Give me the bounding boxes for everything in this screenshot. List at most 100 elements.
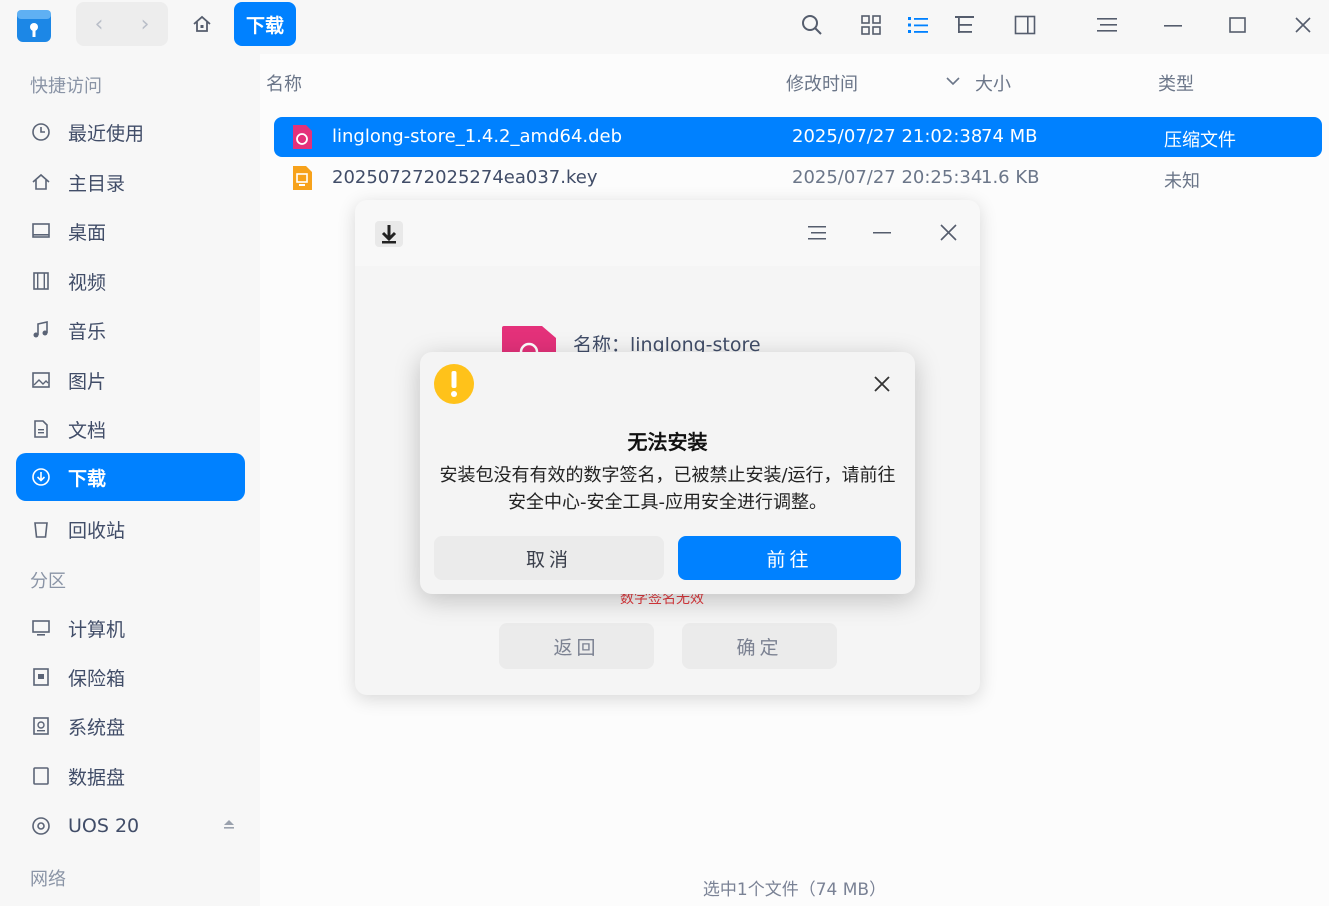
sidebar-item-pictures[interactable]: 图片	[16, 356, 245, 404]
installer-minimize-icon[interactable]	[873, 224, 891, 242]
alert-message-line: 安全中心-安全工具-应用安全进行调整。	[508, 492, 827, 513]
file-type: 未知	[1164, 171, 1200, 192]
home-icon	[30, 171, 52, 193]
sidebar-item-label: 数据盘	[68, 766, 126, 789]
file-modified: 2025/07/27 21:02:38	[792, 126, 983, 147]
home-icon	[193, 15, 211, 32]
sidebar-item-uos20[interactable]: UOS 20	[16, 802, 245, 850]
installer-back-button[interactable]: 返回	[499, 623, 654, 669]
list-view-icon	[908, 17, 928, 33]
music-icon	[30, 319, 52, 341]
sidebar-item-label: UOS 20	[68, 815, 140, 837]
installer-close-icon[interactable]	[940, 224, 957, 241]
file-name: 202507272025274ea037.key	[332, 167, 598, 188]
maximize-button[interactable]	[1223, 10, 1253, 40]
main-menu-button[interactable]	[1092, 10, 1122, 40]
file-manager-logo-icon	[17, 10, 51, 42]
file-row-key[interactable]: 202507272025274ea037.key 2025/07/27 20:2…	[274, 158, 1322, 198]
disc-icon	[30, 815, 52, 837]
download-icon	[30, 466, 52, 488]
sidebar-item-data-disk[interactable]: 数据盘	[16, 752, 245, 800]
sidebar-item-home[interactable]: 主目录	[16, 158, 245, 206]
maximize-icon	[1229, 17, 1246, 33]
sidebar-item-downloads[interactable]: 下载	[16, 453, 245, 501]
back-button[interactable]: ‹	[76, 2, 122, 46]
file-type: 压缩文件	[1164, 130, 1236, 151]
sidebar-item-trash[interactable]: 回收站	[16, 505, 245, 553]
alert-message: 安装包没有有效的数字签名，已被禁止安装/运行，请前往 安全中心-安全工具-应用安…	[430, 462, 905, 516]
sidebar-item-label: 文档	[68, 419, 107, 442]
file-modified: 2025/07/27 20:25:34	[792, 167, 983, 188]
partition-heading: 分区	[30, 571, 66, 592]
sidebar-item-label: 视频	[68, 271, 107, 294]
close-icon	[1295, 17, 1311, 33]
chevron-left-icon: ‹	[94, 11, 104, 37]
minimize-icon	[1164, 25, 1182, 27]
installer-app-icon	[375, 221, 403, 247]
deb-package-icon	[293, 125, 312, 149]
key-file-icon	[293, 166, 312, 190]
chevron-right-icon: ›	[140, 11, 150, 37]
tree-view-button[interactable]	[950, 10, 980, 40]
sidebar-item-label: 系统盘	[68, 716, 126, 739]
clock-icon	[30, 121, 52, 143]
nav-history-group: ‹ ›	[76, 2, 168, 46]
file-size: 1.6 KB	[981, 167, 1040, 188]
search-button[interactable]	[797, 10, 827, 40]
disk-icon	[30, 715, 52, 737]
video-icon	[30, 270, 52, 292]
detail-panel-button[interactable]	[1010, 10, 1040, 40]
network-heading: 网络	[30, 869, 66, 890]
sidebar-item-documents[interactable]: 文档	[16, 405, 245, 453]
sidebar-item-vault[interactable]: 保险箱	[16, 653, 245, 701]
home-button[interactable]	[180, 4, 224, 44]
alert-cancel-button[interactable]: 取消	[434, 536, 664, 580]
column-header-size[interactable]: 大小	[975, 70, 1011, 96]
detail-panel-icon	[1014, 15, 1036, 35]
sidebar-item-videos[interactable]: 视频	[16, 257, 245, 305]
sidebar-item-label: 图片	[68, 370, 107, 393]
close-button[interactable]	[1288, 10, 1318, 40]
installer-confirm-button[interactable]: 确定	[682, 623, 837, 669]
installer-header	[355, 200, 980, 266]
column-header-modified[interactable]: 修改时间	[786, 70, 858, 96]
file-size: 74 MB	[981, 126, 1038, 147]
sidebar-item-music[interactable]: 音乐	[16, 306, 245, 354]
sidebar-item-label: 音乐	[68, 320, 107, 343]
sidebar-item-recent[interactable]: 最近使用	[16, 108, 245, 156]
sidebar-item-label: 主目录	[68, 172, 126, 195]
icon-view-icon	[861, 15, 881, 35]
column-header-type[interactable]: 类型	[1158, 70, 1194, 96]
eject-icon[interactable]	[223, 818, 235, 830]
sidebar-item-computer[interactable]: 计算机	[16, 604, 245, 652]
document-icon	[30, 418, 52, 440]
sidebar: 快捷访问 最近使用 主目录 桌面 视频 音乐 图片 文档 下载 回收站 分区 计…	[0, 54, 260, 906]
search-icon	[802, 15, 822, 35]
sidebar-item-label: 桌面	[68, 221, 107, 244]
warning-icon	[434, 364, 474, 404]
trash-icon	[30, 518, 52, 540]
forward-button[interactable]: ›	[122, 2, 168, 46]
tree-view-icon	[955, 16, 974, 33]
sidebar-item-label: 下载	[68, 467, 107, 490]
disk-icon	[30, 765, 52, 787]
status-bar: 选中1个文件（74 MB）	[702, 880, 887, 900]
alert-close-icon[interactable]	[874, 376, 890, 392]
column-header-name[interactable]: 名称	[266, 70, 302, 96]
list-view-button[interactable]	[903, 10, 933, 40]
icon-view-button[interactable]	[856, 10, 886, 40]
minimize-button[interactable]	[1158, 10, 1188, 40]
file-row-deb[interactable]: linglong-store_1.4.2_amd64.deb 2025/07/2…	[274, 117, 1322, 157]
installer-menu-icon[interactable]	[808, 225, 826, 241]
sort-chevron-down-icon[interactable]	[946, 76, 960, 86]
install-blocked-alert: 无法安装 安装包没有有效的数字签名，已被禁止安装/运行，请前往 安全中心-安全工…	[420, 352, 915, 594]
sidebar-item-system-disk[interactable]: 系统盘	[16, 702, 245, 750]
sidebar-item-label: 回收站	[68, 519, 126, 542]
sidebar-item-desktop[interactable]: 桌面	[16, 207, 245, 255]
sidebar-item-label: 保险箱	[68, 667, 126, 690]
alert-go-button[interactable]: 前往	[678, 536, 901, 580]
breadcrumb-downloads[interactable]: 下载	[234, 2, 297, 46]
picture-icon	[30, 369, 52, 391]
sidebar-item-label: 计算机	[68, 618, 126, 641]
quick-access-heading: 快捷访问	[30, 76, 102, 97]
